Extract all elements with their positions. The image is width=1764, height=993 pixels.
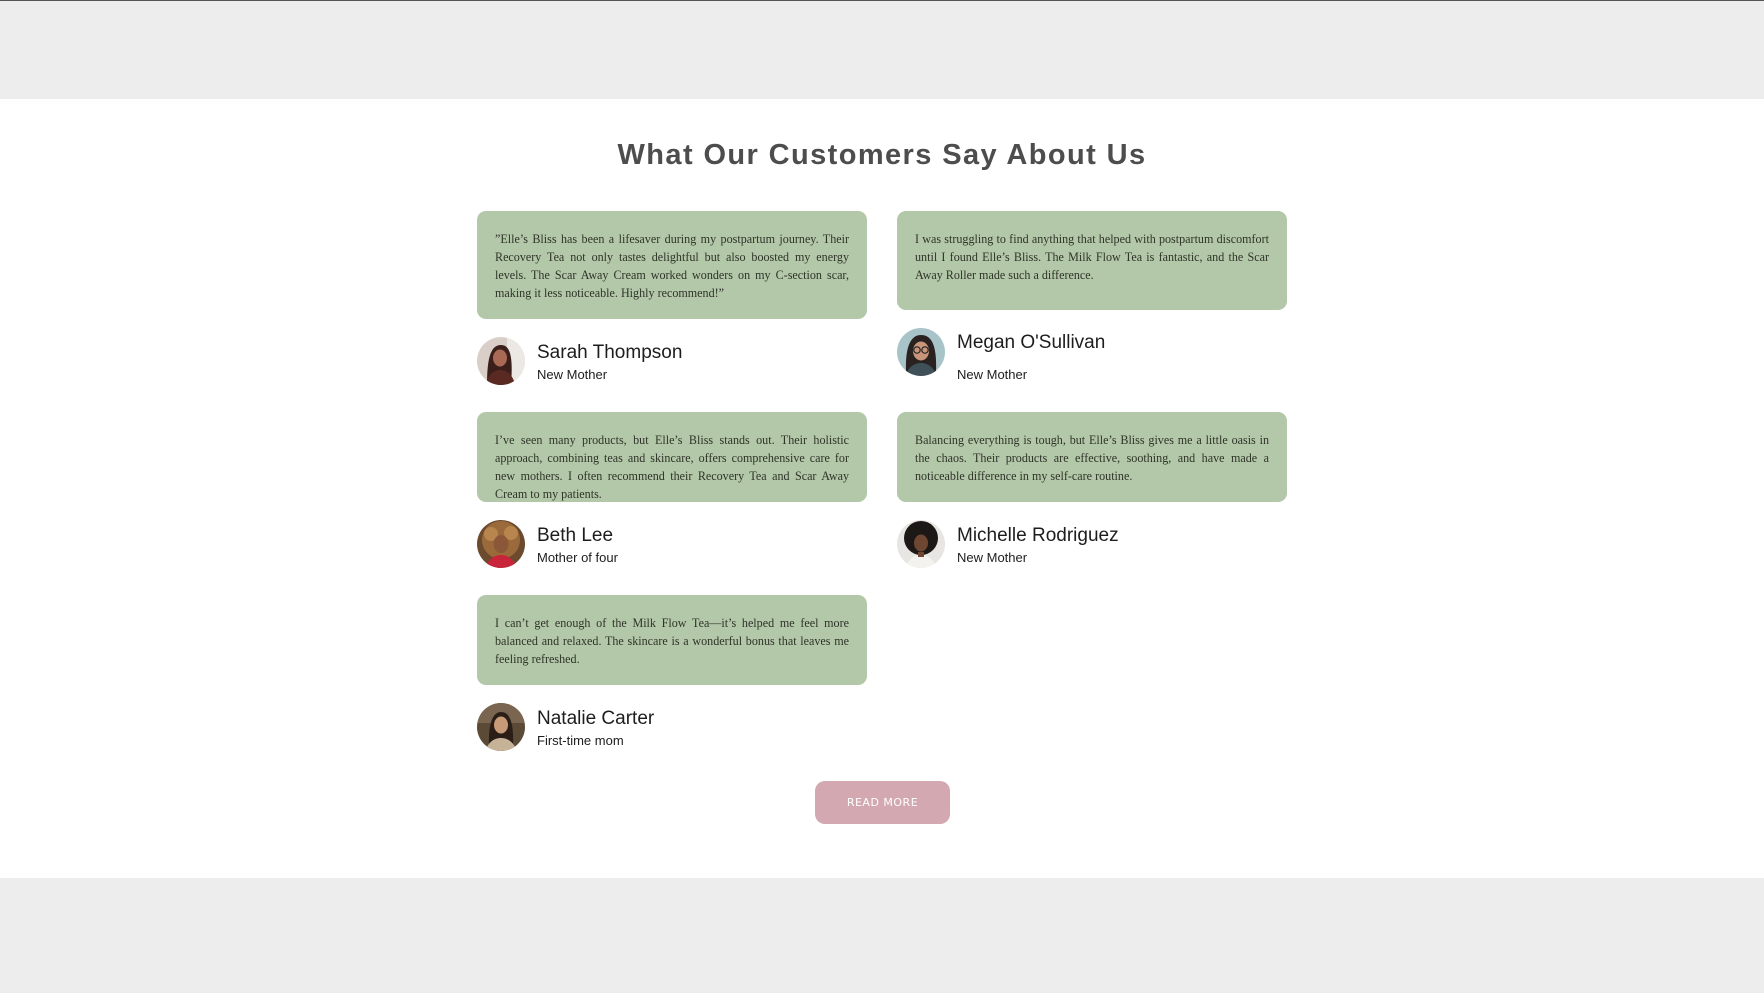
- avatar: [477, 337, 525, 385]
- read-more-button[interactable]: READ MORE: [815, 781, 950, 824]
- testimonial-author: Michelle Rodriguez New Mother: [897, 520, 1287, 570]
- author-role: New Mother: [957, 367, 1028, 382]
- author-name: Beth Lee: [537, 525, 614, 546]
- testimonial-author: Sarah Thompson New Mother: [477, 337, 867, 387]
- testimonial-quote: I was struggling to find anything that h…: [915, 232, 1269, 282]
- avatar: [477, 703, 525, 751]
- avatar: [897, 328, 945, 376]
- author-role: First-time mom: [537, 733, 624, 748]
- author-role: New Mother: [957, 550, 1028, 565]
- testimonial-card-natalie-carter: I can’t get enough of the Milk Flow Tea—…: [477, 595, 867, 685]
- section-title: What Our Customers Say About Us: [617, 139, 1147, 171]
- header-band: [0, 1, 1764, 99]
- testimonial-author: Megan O'Sullivan New Mother: [897, 328, 1287, 382]
- avatar: [897, 520, 945, 568]
- author-role: Mother of four: [537, 550, 618, 565]
- footer-band: [0, 878, 1764, 993]
- testimonial-card-beth-lee: I’ve seen many products, but Elle’s Blis…: [477, 412, 867, 502]
- author-name: Natalie Carter: [537, 708, 655, 729]
- author-name: Megan O'Sullivan: [957, 332, 1106, 353]
- avatar: [477, 520, 525, 568]
- author-name: Sarah Thompson: [537, 342, 683, 363]
- testimonial-quote: ”Elle’s Bliss has been a lifesaver durin…: [495, 232, 849, 300]
- testimonial-quote: I’ve seen many products, but Elle’s Blis…: [495, 433, 849, 501]
- testimonial-author: Beth Lee Mother of four: [477, 520, 867, 570]
- testimonial-author: Natalie Carter First-time mom: [477, 703, 867, 753]
- testimonial-card-megan-osullivan: I was struggling to find anything that h…: [897, 211, 1287, 310]
- testimonial-quote: Balancing everything is tough, but Elle’…: [915, 433, 1269, 483]
- testimonial-quote: I can’t get enough of the Milk Flow Tea—…: [495, 616, 849, 666]
- author-role: New Mother: [537, 367, 608, 382]
- author-name: Michelle Rodriguez: [957, 525, 1119, 546]
- testimonial-card-michelle-rodriguez: Balancing everything is tough, but Elle’…: [897, 412, 1287, 502]
- testimonials-section: [0, 99, 1764, 878]
- testimonial-card-sarah-thompson: ”Elle’s Bliss has been a lifesaver durin…: [477, 211, 867, 319]
